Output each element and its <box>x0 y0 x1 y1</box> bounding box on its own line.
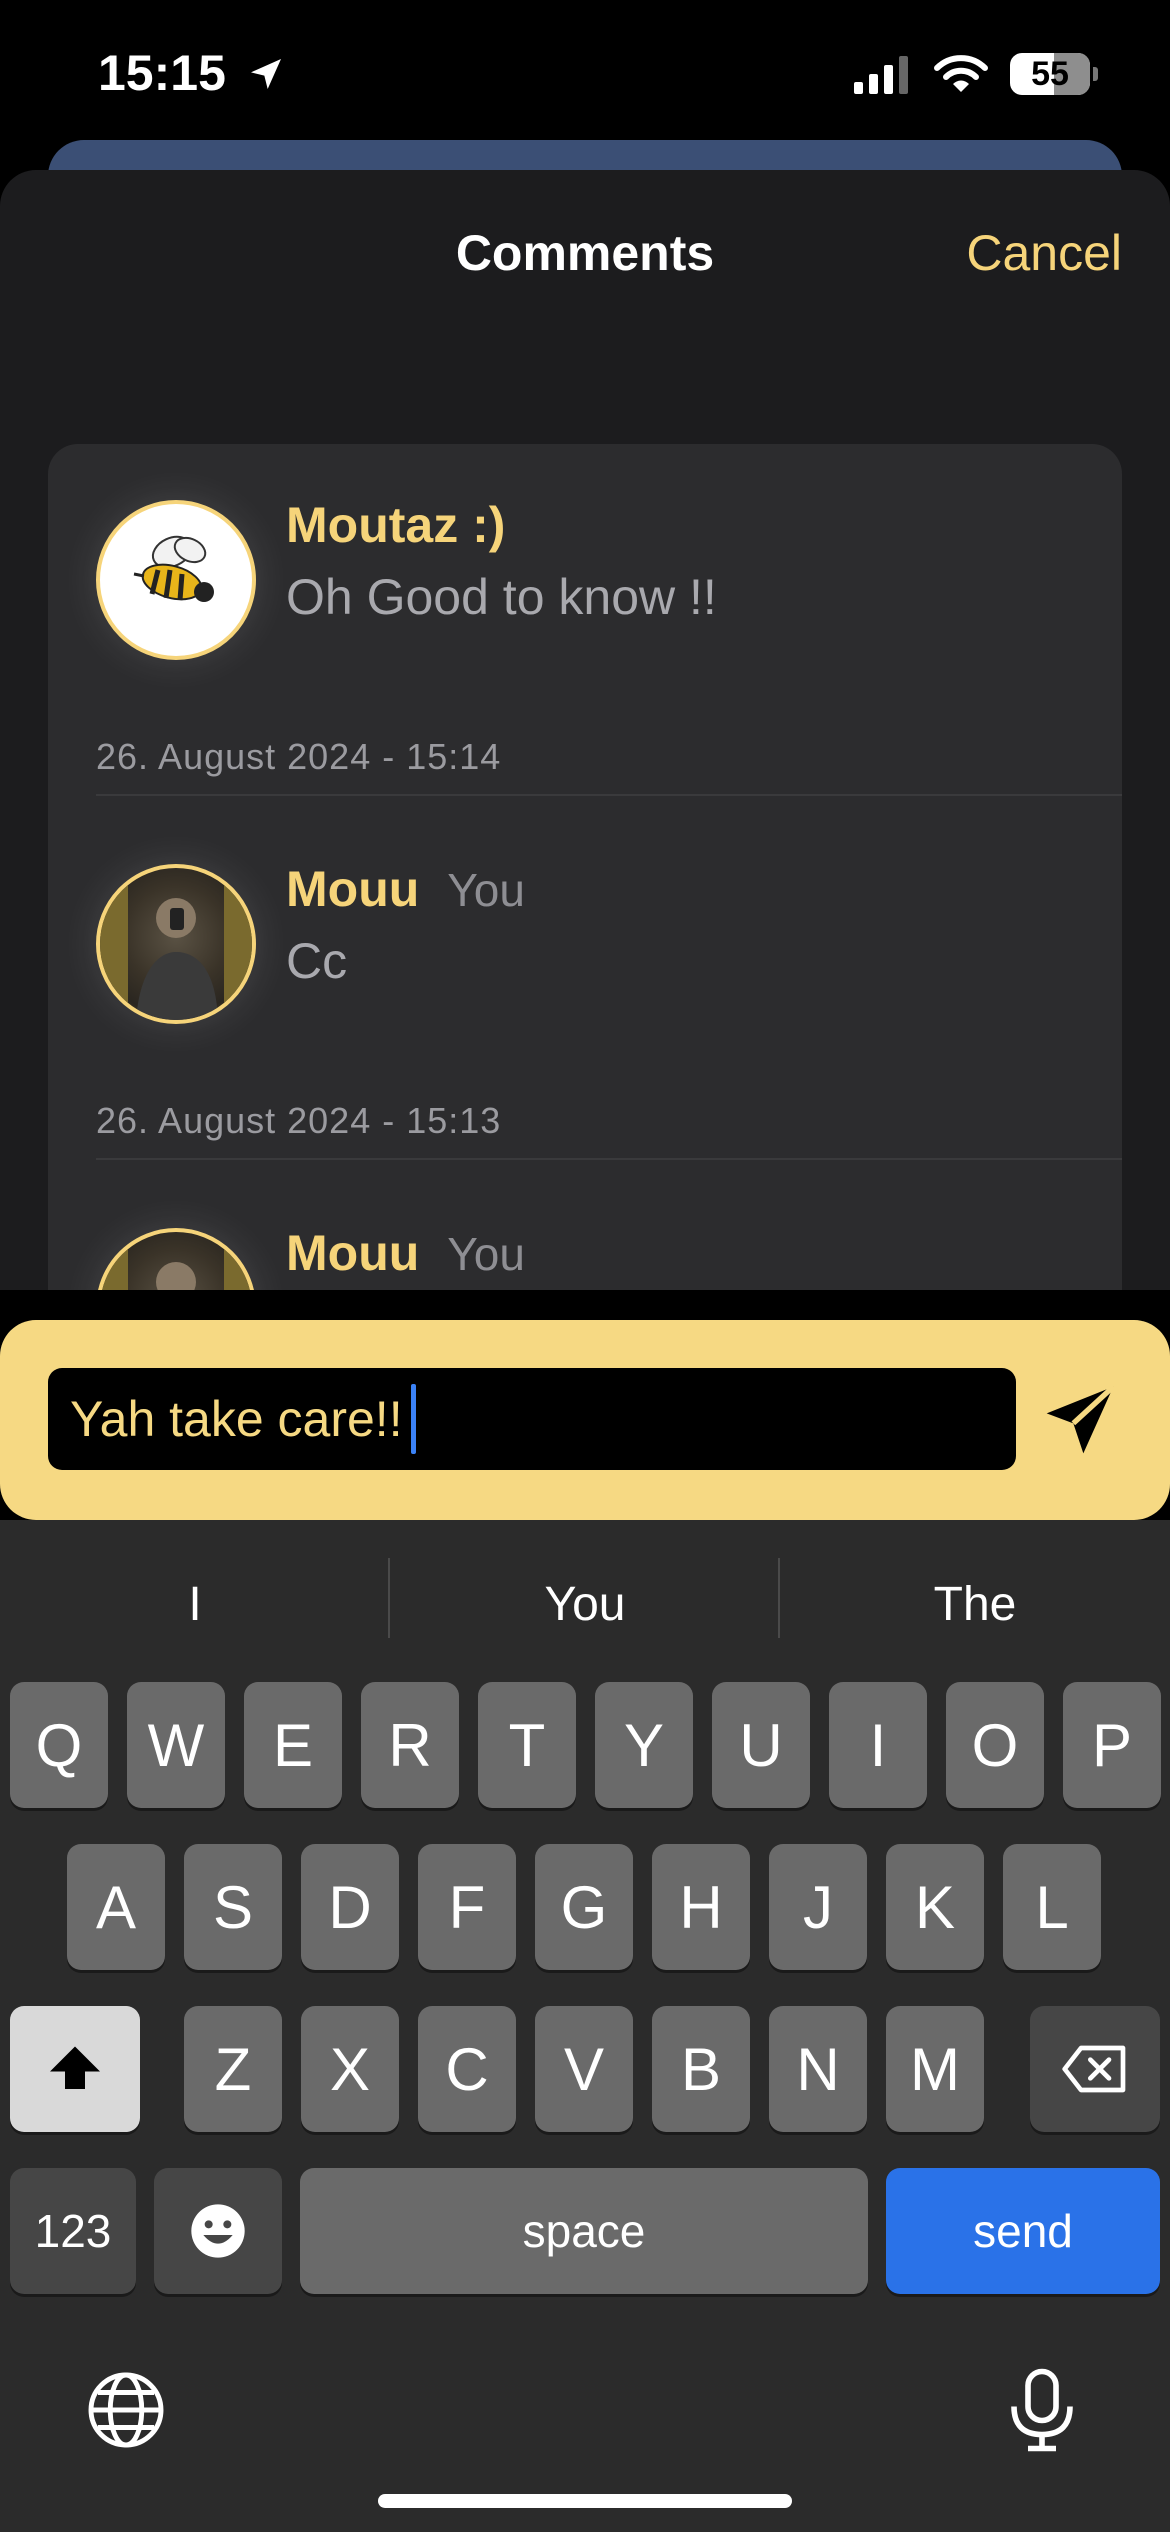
key-b[interactable]: B <box>652 2006 750 2132</box>
keyboard: I You The Q W E R T Y U I O P A S D F G … <box>0 1520 1170 2532</box>
key-a[interactable]: A <box>67 1844 165 1970</box>
key-g[interactable]: G <box>535 1844 633 1970</box>
key-v[interactable]: V <box>535 2006 633 2132</box>
comment-text: Oh Good to know !! <box>286 569 717 625</box>
comment-item: Moutaz :) Oh Good to know !! 26. August … <box>48 444 1122 814</box>
photo-avatar[interactable] <box>96 864 256 1024</box>
bee-avatar[interactable] <box>96 500 256 660</box>
key-o[interactable]: O <box>946 1682 1044 1808</box>
suggestion-1[interactable]: I <box>0 1564 390 1644</box>
key-t[interactable]: T <box>478 1682 576 1808</box>
suggestion-3[interactable]: The <box>780 1564 1170 1644</box>
key-e[interactable]: E <box>244 1682 342 1808</box>
shift-key[interactable] <box>10 2006 140 2132</box>
numbers-key[interactable]: 123 <box>10 2168 136 2294</box>
you-tag: You <box>447 1228 525 1280</box>
emoji-key[interactable] <box>154 2168 282 2294</box>
key-n[interactable]: N <box>769 2006 867 2132</box>
suggestion-2[interactable]: You <box>390 1564 780 1644</box>
shift-icon <box>50 2046 100 2089</box>
divider <box>96 1158 1122 1160</box>
globe-icon[interactable] <box>84 2368 168 2452</box>
status-time: 15:15 <box>98 44 286 102</box>
comment-date: 26. August 2024 - 15:14 <box>96 736 502 777</box>
comments-list[interactable]: Moutaz :) Oh Good to know !! 26. August … <box>48 444 1122 1290</box>
key-j[interactable]: J <box>769 1844 867 1970</box>
key-p[interactable]: P <box>1063 1682 1161 1808</box>
key-y[interactable]: Y <box>595 1682 693 1808</box>
person-photo <box>100 868 252 1020</box>
key-z[interactable]: Z <box>184 2006 282 2132</box>
key-u[interactable]: U <box>712 1682 810 1808</box>
key-r[interactable]: R <box>361 1682 459 1808</box>
wifi-icon <box>934 55 988 92</box>
cellular-signal-icon <box>854 56 908 94</box>
key-x[interactable]: X <box>301 2006 399 2132</box>
space-key[interactable]: space <box>300 2168 868 2294</box>
send-key[interactable]: send <box>886 2168 1160 2294</box>
comment-input[interactable]: Yah take care!! <box>48 1368 1016 1470</box>
comment-text: Cc <box>286 933 348 989</box>
key-w[interactable]: W <box>127 1682 225 1808</box>
bee-icon <box>133 535 214 602</box>
battery-icon: 55 <box>1010 53 1098 95</box>
key-l[interactable]: L <box>1003 1844 1101 1970</box>
key-h[interactable]: H <box>652 1844 750 1970</box>
key-c[interactable]: C <box>418 2006 516 2132</box>
cancel-button[interactable]: Cancel <box>966 224 1122 282</box>
you-tag: You <box>447 864 525 916</box>
key-d[interactable]: D <box>301 1844 399 1970</box>
backspace-icon <box>1062 2045 1126 2093</box>
comment-item: Mouu You <box>48 1172 1122 1290</box>
comment-author: Mouu <box>286 1225 420 1281</box>
location-arrow-icon <box>250 59 281 89</box>
comment-item: Mouu You Cc 26. August 2024 - 15:13 <box>48 808 1122 1178</box>
status-indicators: 55 <box>854 50 1098 98</box>
key-k[interactable]: K <box>886 1844 984 1970</box>
home-indicator[interactable] <box>378 2494 792 2508</box>
emoji-icon <box>191 2204 245 2258</box>
key-i[interactable]: I <box>829 1682 927 1808</box>
key-m[interactable]: M <box>886 2006 984 2132</box>
send-icon[interactable] <box>1040 1380 1120 1460</box>
photo-avatar[interactable] <box>96 1228 256 1290</box>
comment-date: 26. August 2024 - 15:13 <box>96 1100 502 1141</box>
person-photo <box>100 1232 252 1290</box>
key-f[interactable]: F <box>418 1844 516 1970</box>
comment-header: Mouu You <box>286 860 525 918</box>
comment-author: Moutaz :) <box>286 497 506 553</box>
comment-author: Mouu <box>286 861 420 917</box>
key-q[interactable]: Q <box>10 1682 108 1808</box>
microphone-icon[interactable] <box>1000 2364 1084 2456</box>
comments-sheet: Comments Cancel Moutaz :) Oh Good to kno… <box>0 170 1170 1290</box>
key-s[interactable]: S <box>184 1844 282 1970</box>
comment-composer: Yah take care!! <box>0 1320 1170 1520</box>
comment-header: Mouu You <box>286 1224 525 1282</box>
text-caret <box>410 1384 416 1454</box>
divider <box>96 794 1122 796</box>
backspace-key[interactable] <box>1030 2006 1160 2132</box>
